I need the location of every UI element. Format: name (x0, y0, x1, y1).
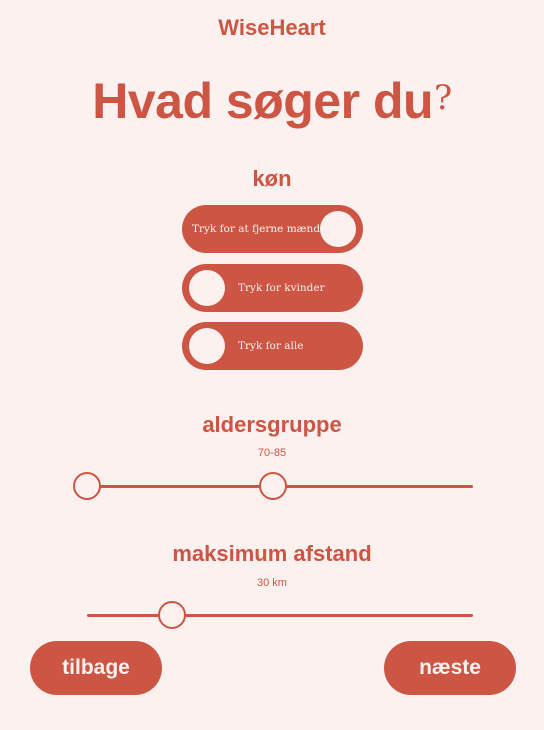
toggle-all[interactable]: Tryk for alle (182, 322, 363, 370)
age-range-value: 70-85 (257, 447, 287, 459)
distance-section-label: maksimum afstand (172, 541, 372, 566)
toggle-knob (189, 270, 225, 306)
back-button[interactable]: tilbage (30, 641, 162, 695)
toggle-knob (189, 328, 225, 364)
page-title: Hvad søger du? (0, 72, 544, 130)
toggle-women[interactable]: Tryk for kvinder (182, 264, 363, 312)
page-title-text: Hvad søger du (92, 73, 434, 129)
next-button[interactable]: næste (384, 641, 516, 695)
distance-slider-track[interactable] (87, 614, 473, 617)
age-slider-min-thumb[interactable] (73, 472, 101, 500)
age-section-label: aldersgruppe (202, 412, 342, 437)
question-mark-glyph: ? (434, 78, 452, 118)
distance-slider-thumb[interactable] (158, 601, 186, 629)
distance-value: 30 km (257, 577, 287, 589)
gender-section-label: køn (252, 166, 292, 191)
toggle-women-label: Tryk for kvinder (238, 282, 325, 294)
toggle-remove-men-label: Tryk for at fjerne mænd (192, 223, 321, 235)
app-brand: WiseHeart (218, 15, 326, 40)
toggle-knob (320, 211, 356, 247)
toggle-all-label: Tryk for alle (238, 340, 304, 352)
toggle-remove-men[interactable]: Tryk for at fjerne mænd (182, 205, 363, 253)
age-slider-max-thumb[interactable] (259, 472, 287, 500)
